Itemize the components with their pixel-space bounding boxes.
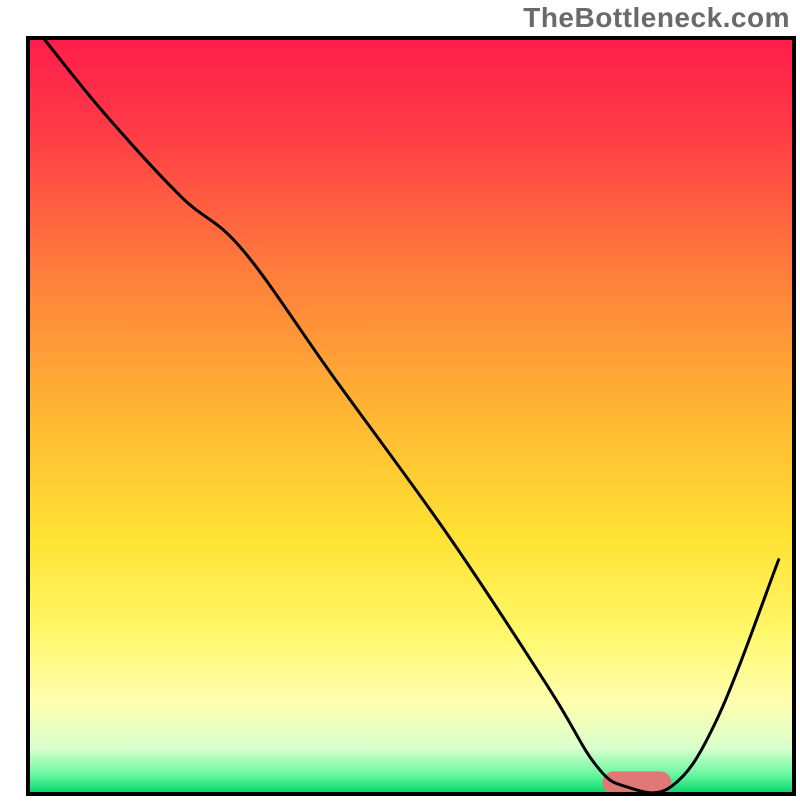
gradient-background (28, 38, 794, 794)
bottleneck-chart: TheBottleneck.com (0, 0, 800, 800)
chart-svg (0, 0, 800, 800)
attribution-label: TheBottleneck.com (523, 2, 790, 34)
